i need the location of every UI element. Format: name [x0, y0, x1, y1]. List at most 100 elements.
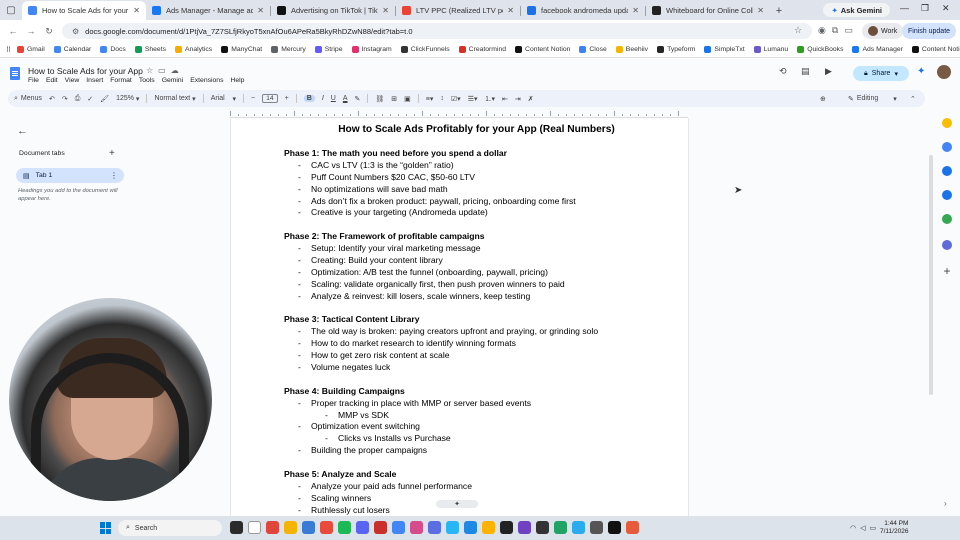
menu-format[interactable]: Format	[110, 77, 132, 84]
bookmark-item[interactable]: Analytics	[175, 46, 212, 53]
phase-heading[interactable]: Phase 3: Tactical Content Library	[284, 314, 674, 326]
taskbar-app-icon[interactable]	[608, 521, 621, 534]
addon-icon[interactable]	[942, 240, 952, 250]
increase-font-size-icon[interactable]: +	[285, 95, 289, 102]
taskbar-app-icon[interactable]	[320, 521, 333, 534]
collapse-toolbar-icon[interactable]: ⌃	[910, 95, 916, 103]
taskbar-app-icon[interactable]	[626, 521, 639, 534]
taskbar-search[interactable]: ⌕ Search	[118, 520, 222, 536]
horizontal-ruler[interactable]	[230, 110, 688, 118]
browser-tab[interactable]: Ads Manager - Manage ads - C✕	[146, 1, 270, 20]
align-icon[interactable]: ≡▾	[426, 95, 434, 103]
taskbar-app-icon[interactable]	[338, 521, 351, 534]
bookmark-item[interactable]: Beehiiv	[615, 46, 648, 53]
move-folder-icon[interactable]: ▭	[158, 66, 166, 75]
bullet-item[interactable]: Setup: Identify your viral marketing mes…	[284, 243, 674, 255]
bullet-item[interactable]: How to do market research to identify wi…	[284, 338, 674, 350]
reload-icon[interactable]: ↻	[40, 26, 58, 37]
taskbar-app-icon[interactable]	[464, 521, 477, 534]
sidepanel-icon[interactable]: ▭	[844, 25, 853, 36]
taskbar-app-icon[interactable]	[374, 521, 387, 534]
bullet-item[interactable]: CAC vs LTV (1:3 is the “golden” ratio)	[284, 160, 674, 172]
taskbar-app-icon[interactable]	[536, 521, 549, 534]
close-window-icon[interactable]: ✕	[942, 3, 950, 14]
menu-insert[interactable]: Insert	[86, 77, 103, 84]
forward-icon[interactable]: →	[22, 26, 40, 36]
menu-view[interactable]: View	[65, 77, 80, 84]
menu-gemini[interactable]: Gemini	[162, 77, 184, 84]
search-menus-button[interactable]: ⌕ Menus	[14, 95, 42, 103]
taskbar-app-icon[interactable]	[230, 521, 243, 534]
share-button[interactable]: 🔒︎ Share ▾	[853, 66, 909, 81]
account-avatar[interactable]	[937, 65, 951, 79]
bulleted-list-icon[interactable]: ☰▾	[468, 95, 478, 103]
numbered-list-icon[interactable]: ⒈▾	[484, 94, 495, 104]
comments-icon[interactable]: ▤	[801, 66, 810, 77]
document-body[interactable]: How to Scale Ads Profitably for your App…	[284, 124, 674, 517]
maximize-icon[interactable]: ❐	[921, 3, 929, 14]
star-icon[interactable]: ☆	[146, 66, 153, 75]
bullet-item[interactable]: Creative is your targeting (Andromeda up…	[284, 207, 674, 219]
taskbar-app-icon[interactable]	[302, 521, 315, 534]
bullet-item[interactable]: Ruthlessly cut losers	[284, 505, 674, 517]
insert-image-icon[interactable]: ▣	[404, 95, 411, 103]
browser-tab[interactable]: LTV PPC (Realized LTV per Pay ✕	[396, 1, 520, 20]
tasks-icon[interactable]	[942, 166, 952, 176]
bullet-item[interactable]: Optimization event switching	[284, 421, 674, 433]
bookmark-item[interactable]: SimpleTxt	[704, 46, 745, 53]
apps-grid-icon[interactable]: ⠿	[6, 46, 11, 54]
add-tab-icon[interactable]: +	[109, 148, 115, 159]
back-arrow-icon[interactable]: ←	[17, 125, 28, 137]
bullet-item[interactable]: Scaling: validate organically first, the…	[284, 279, 674, 291]
font-size-input[interactable]: 14	[262, 94, 278, 103]
site-info-icon[interactable]: ⚙	[72, 27, 79, 36]
get-addons-icon[interactable]: +	[940, 264, 954, 278]
bold-icon[interactable]: B	[303, 95, 315, 102]
line-spacing-icon[interactable]: ↕	[440, 95, 444, 102]
document-page[interactable]: How to Scale Ads Profitably for your App…	[230, 118, 689, 520]
bookmark-item[interactable]: Instagram	[351, 46, 392, 53]
taskbar-app-icon[interactable]	[266, 521, 279, 534]
undo-icon[interactable]: ↶	[49, 95, 55, 103]
menu-extensions[interactable]: Extensions	[190, 77, 223, 84]
close-tab-icon[interactable]: ✕	[507, 6, 514, 15]
bookmark-item[interactable]: ManyChat	[221, 46, 262, 53]
doc-title[interactable]: How to Scale Ads for your App	[28, 66, 143, 76]
phase-heading[interactable]: Phase 1: The math you need before you sp…	[284, 148, 674, 160]
bookmark-item[interactable]: Sheets	[134, 46, 166, 53]
taskbar-app-icon[interactable]	[554, 521, 567, 534]
taskbar-app-icon[interactable]	[428, 521, 441, 534]
link-icon[interactable]: ⛓	[375, 95, 384, 103]
back-icon[interactable]: ←	[4, 26, 22, 36]
finish-update-button[interactable]: Finish update	[902, 23, 957, 39]
menu-help[interactable]: Help	[230, 77, 244, 84]
bullet-item[interactable]: Volume negates luck	[284, 362, 674, 374]
bookmark-item[interactable]: Stripe	[314, 46, 343, 53]
phase-heading[interactable]: Phase 5: Analyze and Scale	[284, 469, 674, 481]
zoom-select[interactable]: 125% ▾	[116, 95, 139, 103]
checklist-icon[interactable]: ☑▾	[451, 95, 461, 103]
bullet-item[interactable]: The old way is broken: paying creators u…	[284, 326, 674, 338]
add-comment-icon[interactable]: ⊞	[391, 95, 397, 103]
bookmark-item[interactable]: Content Notion	[911, 46, 960, 53]
profile-chip[interactable]: Work	[862, 23, 904, 39]
close-tab-icon[interactable]: ✕	[757, 6, 764, 15]
gemini-toolbar-icon[interactable]: ⊕	[820, 95, 826, 103]
calendar-icon[interactable]	[942, 142, 952, 152]
gemini-icon[interactable]: ✦	[917, 66, 925, 77]
browser-tab[interactable]: Whiteboard for Online Collabo ✕	[646, 1, 770, 20]
close-tab-icon[interactable]: ✕	[257, 6, 264, 15]
tab-search-icon[interactable]: ▢	[0, 0, 22, 20]
highlight-icon[interactable]: ✎	[355, 95, 361, 103]
increase-indent-icon[interactable]: ⇥	[515, 95, 521, 103]
decrease-font-size-icon[interactable]: −	[251, 95, 255, 102]
battery-icon[interactable]: ▭	[870, 524, 877, 532]
taskbar-app-icon[interactable]	[248, 521, 261, 534]
bullet-item[interactable]: Creating: Build your content library	[284, 255, 674, 267]
taskbar-app-icon[interactable]	[284, 521, 297, 534]
contacts-icon[interactable]	[942, 190, 952, 200]
taskbar-app-icon[interactable]	[482, 521, 495, 534]
bookmark-item[interactable]: Typeform	[657, 46, 695, 53]
bookmark-item[interactable]: Content Notion	[515, 46, 570, 53]
ask-gemini-button[interactable]: ✦ Ask Gemini	[823, 3, 890, 17]
